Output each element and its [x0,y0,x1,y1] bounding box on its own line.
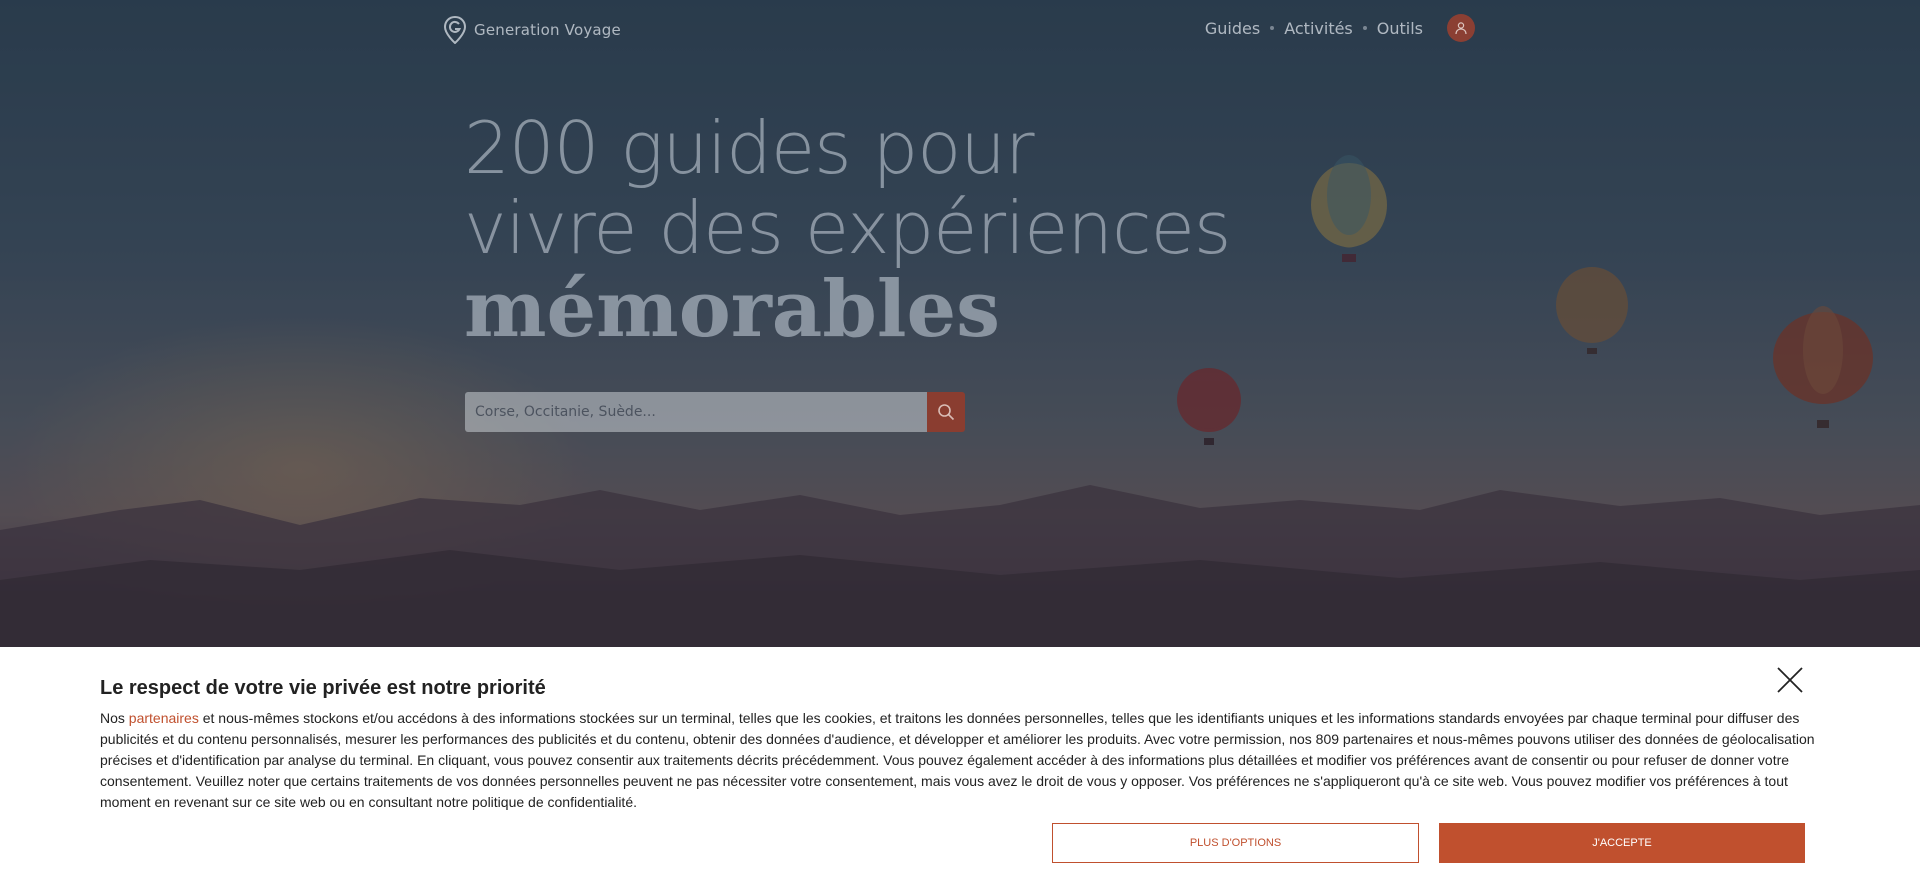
headline-emphasis: mémorables [464,264,1001,355]
main-nav: Guides Activités Outils [1205,14,1475,42]
logo-link[interactable]: Generation Voyage [444,16,621,44]
nav-item-guides[interactable]: Guides [1205,19,1260,38]
search-button[interactable] [927,392,965,432]
accept-button[interactable]: J'ACCEPTE [1439,823,1805,863]
search-icon [938,404,955,421]
headline-line-1: 200 guides pour [464,106,1035,190]
close-button[interactable] [1776,666,1804,694]
account-button[interactable] [1447,14,1475,42]
nav-separator [1270,26,1275,30]
nav-item-outils[interactable]: Outils [1377,19,1423,38]
partners-link[interactable]: partenaires [129,710,199,726]
cookie-description: Nos partenaires et nous-mêmes stockons e… [100,708,1820,813]
cookie-text-prefix: Nos [100,710,129,726]
close-icon [1777,667,1803,693]
logo-text: Generation Voyage [474,21,621,39]
headline-line-2: vivre des expériences [464,186,1231,270]
more-options-button[interactable]: PLUS D'OPTIONS [1052,823,1419,863]
hero-headline: 200 guides pour vivre des expériences mé… [464,106,1231,355]
search-bar [465,392,965,432]
search-input[interactable] [465,392,927,432]
location-pin-g-icon [444,16,466,44]
cookie-title: Le respect de votre vie privée est notre… [100,677,546,699]
cookie-text-body: et nous-mêmes stockons et/ou accédons à … [100,710,1815,810]
nav-separator [1362,26,1367,30]
cookie-consent-banner: Le respect de votre vie privée est notre… [0,647,1920,888]
nav-item-activites[interactable]: Activités [1284,19,1353,38]
user-icon [1455,22,1467,35]
site-header: Generation Voyage Guides Activités Outil… [0,0,1920,62]
